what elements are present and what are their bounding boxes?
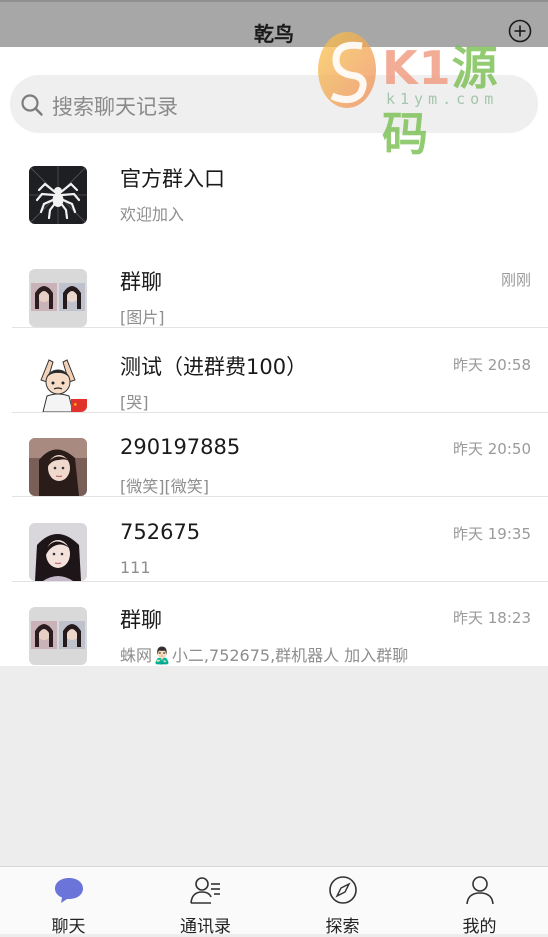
tab-label: 聊天	[51, 917, 86, 937]
search-icon	[21, 94, 43, 116]
person-icon	[466, 876, 494, 905]
avatar-spider-logo	[29, 166, 87, 224]
compass-icon	[329, 876, 357, 904]
chat-row[interactable]: ★ 测试（进群费100） [哭] 昨天 20:58	[0, 327, 548, 413]
search-bar[interactable]: 搜索聊天记录	[10, 75, 538, 133]
chat-last-message: 蛛网🙎🏻‍♂️小二,752675,群机器人 加入群聊	[120, 646, 409, 665]
avatar-photo-girl-2	[29, 523, 87, 581]
avatar-group-photos	[29, 607, 87, 665]
tab-explore[interactable]: 探索	[274, 867, 411, 937]
chat-last-message: 111	[120, 558, 151, 577]
avatar-group-photos	[29, 269, 87, 327]
chat-list-panel: 搜索聊天记录 官方群入口 欢迎加入 群聊 [图片] 刚刚 ★ 测试（进群费100…	[0, 47, 548, 666]
chat-name: 群聊	[120, 608, 162, 632]
chat-row[interactable]: 群聊 [图片] 刚刚	[0, 242, 548, 328]
bottom-tab-bar: 聊天 通讯录 探索 我的	[0, 866, 548, 937]
tab-chat[interactable]: 聊天	[0, 867, 137, 937]
contacts-icon	[190, 877, 220, 904]
chat-row[interactable]: 群聊 蛛网🙎🏻‍♂️小二,752675,群机器人 加入群聊 昨天 18:23	[0, 580, 548, 665]
chat-row[interactable]: 290197885 [微笑][微笑] 昨天 20:50	[0, 411, 548, 497]
tab-me[interactable]: 我的	[411, 867, 548, 937]
chat-last-message: [图片]	[120, 308, 165, 327]
svg-text:★: ★	[73, 402, 78, 408]
chat-last-message: [微笑][微笑]	[120, 477, 209, 496]
tab-label: 探索	[325, 917, 360, 937]
chat-name: 290197885	[120, 435, 241, 459]
chat-time: 刚刚	[500, 271, 531, 289]
chat-last-message: 欢迎加入	[120, 205, 185, 224]
tab-label: 通讯录	[180, 917, 231, 937]
avatar-photo-girl-1	[29, 438, 87, 496]
chat-name: 官方群入口	[120, 167, 225, 191]
chat-name: 测试（进群费100）	[120, 355, 308, 379]
chat-row[interactable]: 官方群入口 欢迎加入	[0, 139, 548, 224]
search-placeholder: 搜索聊天记录	[52, 95, 178, 119]
page-title: 乾鸟	[254, 22, 294, 46]
add-circle-icon[interactable]	[508, 19, 532, 43]
chat-row[interactable]: 752675 111 昨天 19:35	[0, 496, 548, 582]
chat-last-message: [哭]	[120, 393, 149, 412]
chat-time: 昨天 20:58	[453, 356, 531, 374]
chat-time: 昨天 18:23	[453, 609, 531, 627]
tab-contacts[interactable]: 通讯录	[137, 867, 274, 937]
chat-name: 群聊	[120, 270, 162, 294]
chat-icon	[55, 878, 83, 903]
chat-time: 昨天 19:35	[453, 525, 531, 543]
chat-time: 昨天 20:50	[453, 440, 531, 458]
tab-label: 我的	[462, 917, 497, 937]
top-bar: 乾鸟	[0, 0, 548, 47]
chat-name: 752675	[120, 520, 201, 544]
avatar-cartoon-boy: ★	[29, 354, 87, 412]
